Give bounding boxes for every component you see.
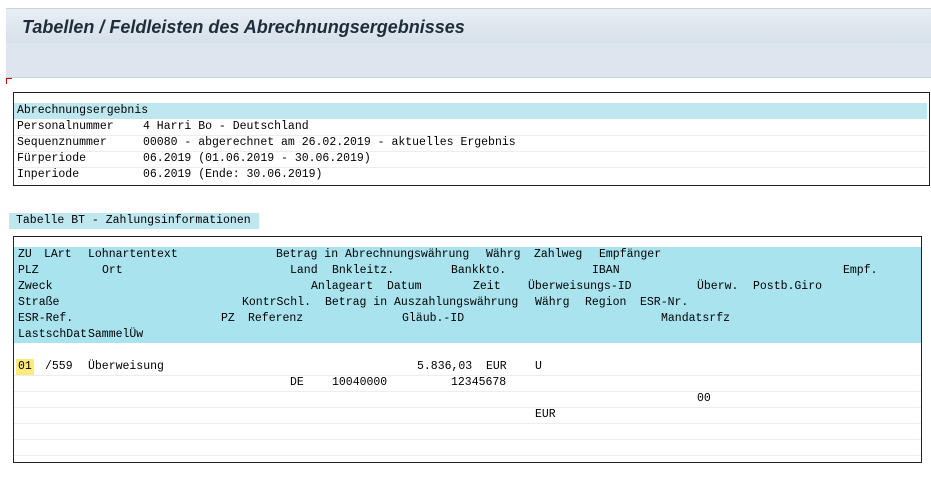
col-header-glaeub-id[interactable]: Gläub.-ID — [402, 311, 464, 327]
result-row: Personalnummer 4 Harri Bo - Deutschland — [14, 119, 927, 136]
bt-table: ZU LArt Lohnartentext Betrag in Abrechnu… — [13, 236, 922, 463]
col-header-bankkto[interactable]: Bankkto. — [451, 263, 506, 279]
col-header-ueberweisungs-id[interactable]: Überweisungs-ID — [528, 279, 632, 295]
col-header-strasse[interactable]: Straße — [18, 295, 59, 311]
col-header-kontrschl[interactable]: KontrSchl. — [242, 295, 311, 311]
cell-bnkleitz: 10040000 — [332, 376, 388, 389]
col-header-ueberw[interactable]: Überw. — [697, 279, 738, 295]
col-header-zahlweg[interactable]: Zahlweg — [534, 247, 582, 263]
cell-waehrg-ausz: EUR — [535, 408, 556, 421]
col-header-region[interactable]: Region — [585, 295, 626, 311]
table-row[interactable]: 00 — [14, 391, 921, 408]
cell-zu[interactable]: 01 — [16, 359, 34, 375]
table-row[interactable]: 01 /559 Überweisung 5.836,03 EUR U — [14, 359, 921, 376]
cell-land: DE — [290, 376, 304, 389]
col-header-land[interactable]: Land — [290, 263, 318, 279]
col-header-betrag-auszahlung[interactable]: Betrag in Auszahlungswährung — [325, 295, 518, 311]
cell-ueberw: 00 — [697, 392, 711, 405]
col-header-empfaenger[interactable]: Empfänger — [599, 247, 661, 263]
col-header-lastschdat[interactable]: LastschDat — [18, 327, 87, 343]
cell-betrag: 5.836,03 — [417, 360, 473, 373]
result-label: Inperiode — [17, 168, 80, 181]
table-row[interactable]: EUR — [14, 407, 921, 424]
col-header-sammelueb[interactable]: SammelÜw — [88, 327, 143, 343]
result-row: Inperiode 06.2019 (Ende: 30.06.2019) — [14, 167, 927, 183]
col-header-mandatsrfz[interactable]: Mandatsrfz — [661, 311, 730, 327]
cell-bankkto: 12345678 — [451, 376, 507, 389]
col-header-iban[interactable]: IBAN — [592, 263, 620, 279]
cell-lohnartentext: Überweisung — [88, 360, 164, 373]
table-row[interactable] — [14, 439, 921, 456]
col-header-lohnartentext[interactable]: Lohnartentext — [88, 247, 178, 263]
table-row[interactable]: DE 10040000 12345678 — [14, 375, 921, 392]
col-header-betrag[interactable]: Betrag in Abrechnungswährung — [276, 247, 469, 263]
col-header-postb-giro[interactable]: Postb.Giro — [753, 279, 822, 295]
header-row-6: LastschDat SammelÜw — [14, 327, 921, 343]
col-header-waehrg[interactable]: Währg — [486, 247, 521, 263]
result-box-title: Abrechnungsergebnis — [17, 104, 149, 117]
focus-marker — [6, 78, 12, 84]
cell-waehrg: EUR — [486, 360, 507, 373]
result-value: 00080 - abgerechnet am 26.02.2019 - aktu… — [143, 136, 516, 149]
header-row-3: Zweck Anlageart Datum Zeit Überweisungs-… — [14, 279, 921, 295]
col-header-waehrg-ausz[interactable]: Währg — [535, 295, 570, 311]
col-header-zweck[interactable]: Zweck — [18, 279, 53, 295]
cell-lart: /559 — [45, 360, 73, 373]
col-header-anlageart[interactable]: Anlageart — [311, 279, 373, 295]
page-title: Tabellen / Feldleisten des Abrechnungser… — [22, 17, 465, 37]
result-row: Sequenznummer 00080 - abgerechnet am 26.… — [14, 135, 927, 152]
cell-zahlweg: U — [535, 360, 542, 373]
col-header-pz[interactable]: PZ — [221, 311, 235, 327]
table-row[interactable] — [14, 423, 921, 440]
title-bar: Tabellen / Feldleisten des Abrechnungser… — [6, 8, 931, 43]
application-toolbar — [6, 43, 931, 78]
result-box: Abrechnungsergebnis Personalnummer 4 Har… — [13, 92, 930, 186]
col-header-zeit[interactable]: Zeit — [473, 279, 501, 295]
result-box-header: Abrechnungsergebnis — [14, 103, 927, 119]
header-row-5: ESR-Ref. PZ Referenz Gläub.-ID Mandatsrf… — [14, 311, 921, 327]
table-title: Tabelle BT - Zahlungsinformationen — [9, 213, 259, 229]
header-row-1: ZU LArt Lohnartentext Betrag in Abrechnu… — [14, 247, 921, 263]
col-header-datum[interactable]: Datum — [387, 279, 422, 295]
result-value: 06.2019 (Ende: 30.06.2019) — [143, 168, 323, 181]
col-header-ort[interactable]: Ort — [102, 263, 123, 279]
result-label: Sequenznummer — [17, 136, 107, 149]
col-header-empf[interactable]: Empf. — [843, 263, 878, 279]
result-value: 4 Harri Bo - Deutschland — [143, 120, 309, 133]
result-label: Personalnummer — [17, 120, 114, 133]
col-header-esr-ref[interactable]: ESR-Ref. — [18, 311, 73, 327]
result-label: Fürperiode — [17, 152, 87, 165]
col-header-zu[interactable]: ZU — [18, 247, 32, 263]
col-header-plz[interactable]: PLZ — [18, 263, 39, 279]
result-value: 06.2019 (01.06.2019 - 30.06.2019) — [143, 152, 371, 165]
col-header-lart[interactable]: LArt — [44, 247, 72, 263]
header-row-2: PLZ Ort Land Bnkleitz. Bankkto. IBAN Emp… — [14, 263, 921, 279]
col-header-esr-nr[interactable]: ESR-Nr. — [640, 295, 688, 311]
result-row: Fürperiode 06.2019 (01.06.2019 - 30.06.2… — [14, 151, 927, 168]
col-header-referenz[interactable]: Referenz — [248, 311, 303, 327]
col-header-bnkleitz[interactable]: Bnkleitz. — [332, 263, 394, 279]
header-row-4: Straße KontrSchl. Betrag in Auszahlungsw… — [14, 295, 921, 311]
